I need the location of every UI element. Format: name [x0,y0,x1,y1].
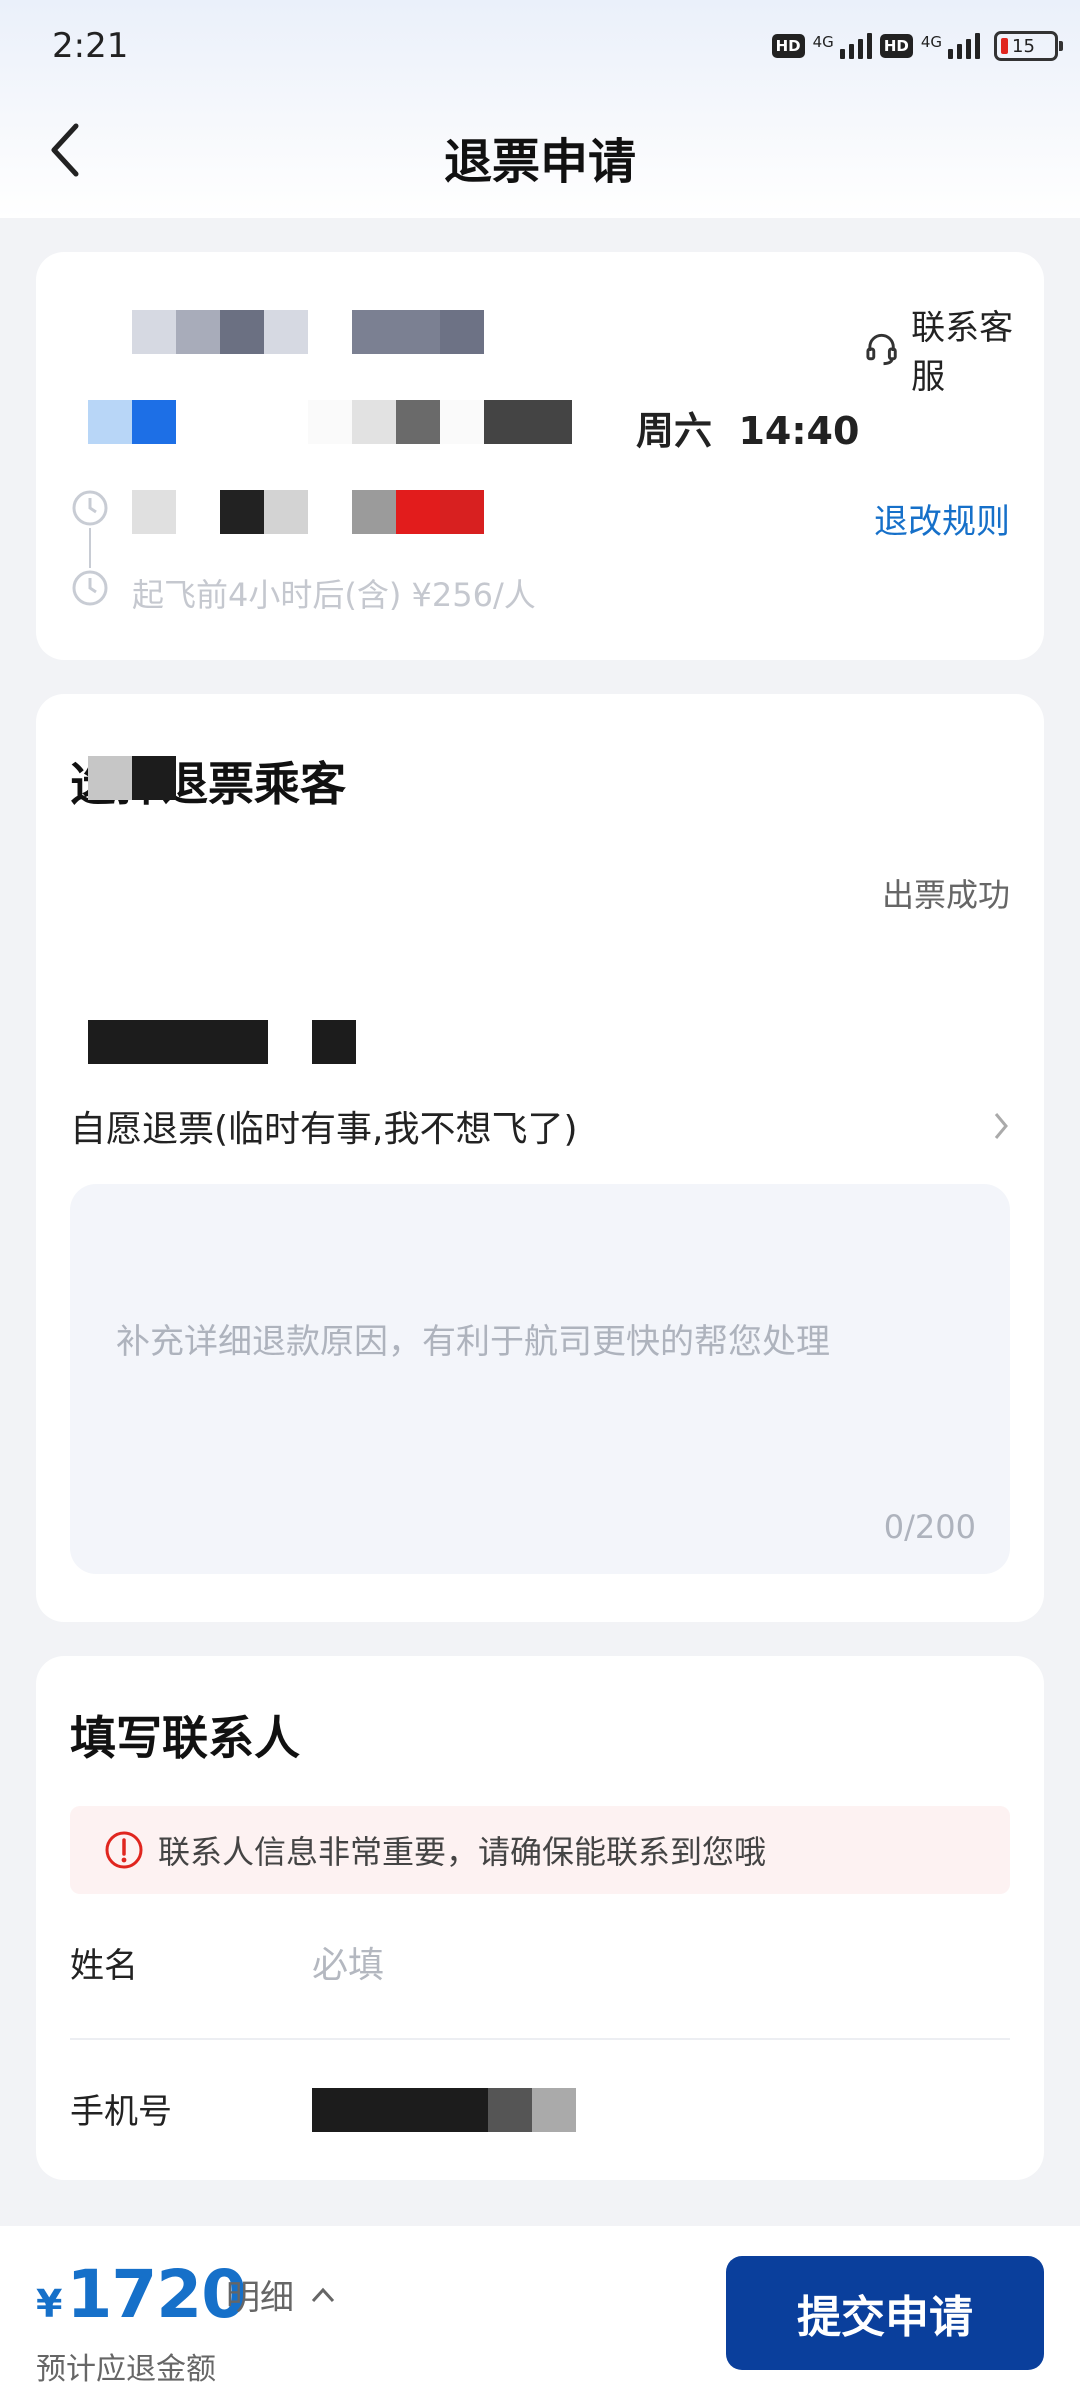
page-title: 退票申请 [443,134,636,190]
name-input[interactable]: 必填 [312,1936,384,1988]
timeline-line [89,528,91,568]
contact-notice: 联系人信息非常重要，请确保能联系到您哦 [70,1806,1010,1894]
chevron-up-icon [311,2287,335,2302]
refund-reason-selector[interactable]: 自愿退票(临时有事,我不想飞了) [70,1100,578,1152]
phone-input-redacted[interactable] [312,2088,576,2132]
submit-button[interactable]: 提交申请 [726,2256,1044,2370]
redacted-flight-date [88,400,572,444]
refund-amount: ¥ 1720 [36,2256,247,2333]
contact-card: 填写联系人 联系人信息非常重要，请确保能联系到您哦 姓名 必填 手机号 [36,1656,1044,2180]
chevron-right-icon[interactable] [992,1110,1010,1142]
hd-badge: HD [879,34,913,58]
name-label: 姓名 [70,1946,138,1986]
redacted-passenger-name [88,1020,268,1064]
redacted-passenger-id [312,1020,356,1064]
section-title: 填写联系人 [70,1711,300,1765]
phone-label: 手机号 [70,2092,172,2132]
refund-reason-textarea[interactable]: 补充详细退款原因，有利于航司更快的帮您处理 0/200 [70,1184,1010,1574]
bottom-bar: ¥ 1720 明细 预计应退金额 提交申请 [0,2226,1080,2400]
info-warning-icon [105,1831,143,1869]
signal-icon: 4G [813,33,872,59]
hd-badge: HD [771,34,805,58]
refund-rules-link[interactable]: 退改规则 [874,494,1010,543]
flight-departure-time: 周六 14:40 [636,409,860,453]
contact-service-button[interactable]: 联系客服 [864,300,1044,398]
status-icons: HD 4G HD 4G 15 [771,26,1063,66]
top-bar: 2:21 HD 4G HD 4G 15 退票申请 [0,0,1080,218]
estimate-label: 预计应退金额 [36,2352,216,2387]
ticket-status: 出票成功 [881,876,1010,914]
refund-passenger-card: 选择退票乘客 出票成功 自愿退票(临时有事,我不想飞了) 补充详细退款原因，有利… [36,694,1044,1622]
divider [70,2038,1010,2040]
redacted-flight-route [132,310,484,354]
headset-icon [866,333,897,366]
clock-icon [72,570,108,606]
reason-placeholder: 补充详细退款原因，有利于航司更快的帮您处理 [116,1322,830,1362]
redacted-title-overlay [88,756,176,800]
char-counter: 0/200 [883,1508,976,1546]
flight-info-card: 联系客服 周六 14:40 退改规则 起飞前4小时后(含) ¥256/人 [36,252,1044,660]
redacted-fee-rule [132,490,484,534]
refund-fee-note: 起飞前4小时后(含) ¥256/人 [132,576,536,614]
status-time: 2:21 [52,26,129,66]
battery-icon: 15 [994,31,1063,61]
signal-icon: 4G [921,33,980,59]
detail-toggle[interactable]: 明细 [226,2270,336,2319]
clock-icon [72,490,108,526]
